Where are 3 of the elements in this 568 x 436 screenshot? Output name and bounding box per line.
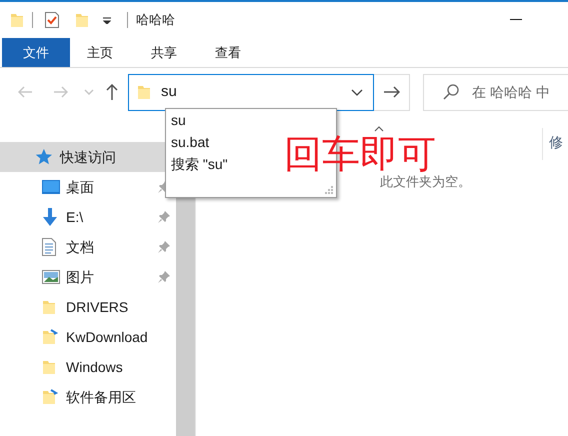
- empty-folder-message: 此文件夹为空。: [380, 173, 472, 191]
- annotation-text: 回车即可: [284, 135, 436, 175]
- window-title: 哈哈哈: [136, 11, 175, 30]
